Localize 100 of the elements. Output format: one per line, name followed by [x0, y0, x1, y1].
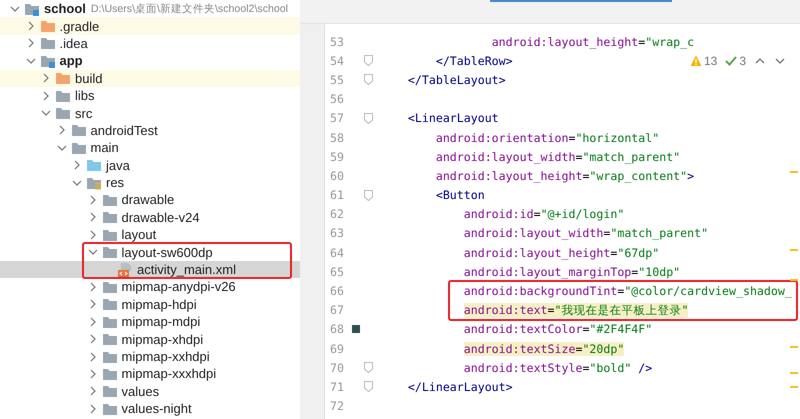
code-text: android:layout_marginTop="10dp": [464, 264, 680, 279]
tree-item-label: build: [75, 70, 102, 86]
tree-row[interactable]: res: [0, 174, 300, 192]
tree-row[interactable]: mipmap-xxxhdpi: [0, 365, 300, 383]
tree-row[interactable]: school D:\Users\桌面\新建文件夹\school2\school: [0, 0, 300, 18]
code-text: android:orientation="horizontal": [436, 130, 660, 145]
tree-item-label: mipmap-xxxhdpi: [122, 366, 216, 382]
fold-marker-icon[interactable]: [364, 362, 373, 374]
chevron-right-icon[interactable]: [88, 386, 98, 396]
tree-item-label: school: [44, 1, 86, 16]
line-number: 54: [329, 54, 345, 68]
tree-item-label: layout: [122, 227, 156, 242]
line-number: 71: [329, 380, 345, 394]
tree-row[interactable]: layout-sw600dp: [0, 243, 300, 261]
line-number: 60: [329, 168, 345, 183]
line-number: 69: [329, 342, 345, 356]
code-text: android:layout_height="67dp": [464, 246, 660, 260]
code-text: android:textSize="20dp": [464, 342, 624, 356]
tree-row[interactable]: app: [0, 52, 300, 70]
fold-marker-icon[interactable]: [364, 74, 373, 86]
resource-folder-icon: [86, 176, 102, 190]
chevron-right-icon[interactable]: [88, 282, 98, 292]
tree-item-label: values: [122, 384, 160, 399]
folder-icon: [102, 192, 118, 207]
folder-icon: [55, 106, 71, 120]
folder-icon: [102, 210, 118, 224]
chevron-down-icon[interactable]: [26, 56, 36, 66]
tree-row[interactable]: mipmap-anydpi-v26: [0, 278, 300, 296]
tree-row[interactable]: .idea: [0, 34, 300, 52]
tree-row[interactable]: values: [0, 382, 300, 400]
tree-row[interactable]: build: [0, 70, 300, 87]
folder-icon: [102, 332, 118, 346]
line-number: 67: [329, 303, 345, 318]
code-text: <Button: [436, 188, 485, 202]
chevron-right-icon[interactable]: [56, 125, 66, 136]
tree-item-label: mipmap-hdpi: [122, 296, 197, 312]
chevron-right-icon[interactable]: [88, 404, 98, 414]
line-number: 56: [329, 92, 345, 106]
chevron-right-icon[interactable]: [26, 21, 36, 32]
tree-row[interactable]: values-night: [0, 400, 300, 418]
chevron-right-icon[interactable]: [41, 90, 51, 101]
folder-icon: [55, 71, 71, 86]
tree-item-label: mipmap-anydpi-v26: [122, 279, 236, 294]
code-text: android:textColor="#2F4F4F": [464, 322, 652, 336]
tree-row[interactable]: mipmap-xhdpi: [0, 330, 300, 348]
chevron-right-icon[interactable]: [88, 352, 98, 362]
chevron-down-icon[interactable]: [88, 247, 98, 258]
tree-item-label: app: [60, 53, 83, 68]
chevron-down-icon[interactable]: [72, 178, 82, 188]
tree-row[interactable]: drawable-v24: [0, 208, 300, 226]
tree-row[interactable]: activity_main.xml: [0, 260, 300, 278]
folder-icon: [102, 384, 118, 398]
tree-item-label: .gradle: [60, 18, 100, 34]
tree-row[interactable]: src: [0, 104, 300, 122]
tree-item-label: drawable: [122, 192, 174, 208]
tree-row[interactable]: mipmap-mdpi: [0, 313, 300, 330]
tree-item-label: layout-sw600dp: [122, 244, 213, 260]
chevron-right-icon[interactable]: [88, 212, 98, 222]
fold-marker-icon[interactable]: [364, 190, 373, 201]
chevron-right-icon[interactable]: [26, 38, 36, 48]
line-number: 62: [329, 207, 345, 222]
chevron-right-icon[interactable]: [41, 73, 51, 84]
tree-row[interactable]: java: [0, 156, 300, 174]
tree-item-label: activity_main.xml: [137, 262, 236, 278]
warning-icon: [690, 55, 702, 67]
line-number: 63: [329, 226, 345, 240]
code-text: android:layout_height="wrap_content">: [436, 168, 694, 183]
tree-row[interactable]: drawable: [0, 191, 300, 209]
folder-icon: [70, 123, 86, 138]
tree-item-label: src: [75, 106, 92, 121]
tree-row[interactable]: main: [0, 139, 300, 157]
chevron-right-icon[interactable]: [88, 334, 98, 344]
tree-item-label: main: [90, 140, 119, 156]
tree-row[interactable]: libs: [0, 86, 300, 104]
fold-marker-icon[interactable]: [364, 55, 373, 66]
chevron-down-icon[interactable]: [56, 142, 66, 153]
tree-item-label: libs: [75, 88, 95, 104]
chevron-right-icon[interactable]: [72, 160, 82, 170]
chevron-right-icon[interactable]: [88, 230, 98, 240]
tree-row[interactable]: mipmap-xxhdpi: [0, 348, 300, 366]
fold-marker-icon[interactable]: [364, 381, 373, 392]
chevron-down-icon[interactable]: [10, 4, 20, 14]
chevron-right-icon[interactable]: [88, 368, 98, 379]
tree-row[interactable]: .gradle: [0, 17, 300, 35]
chevron-down-icon[interactable]: [41, 108, 51, 118]
chevron-right-icon[interactable]: [88, 299, 98, 310]
tree-row[interactable]: androidTest: [0, 122, 300, 140]
tree-row[interactable]: layout: [0, 226, 300, 244]
line-number: 66: [329, 284, 345, 298]
module-folder-icon: [24, 2, 40, 16]
chevron-right-icon[interactable]: [88, 194, 98, 205]
line-number: 53: [329, 34, 345, 49]
line-number: 57: [329, 111, 345, 126]
folder-icon: [102, 297, 118, 312]
folder-icon: [102, 314, 118, 329]
chevron-right-icon[interactable]: [88, 316, 98, 327]
fold-marker-icon[interactable]: [364, 112, 373, 124]
tree-row[interactable]: mipmap-hdpi: [0, 296, 300, 314]
tree-item-label: .idea: [60, 36, 88, 51]
tree-item-label: mipmap-mdpi: [122, 314, 200, 330]
